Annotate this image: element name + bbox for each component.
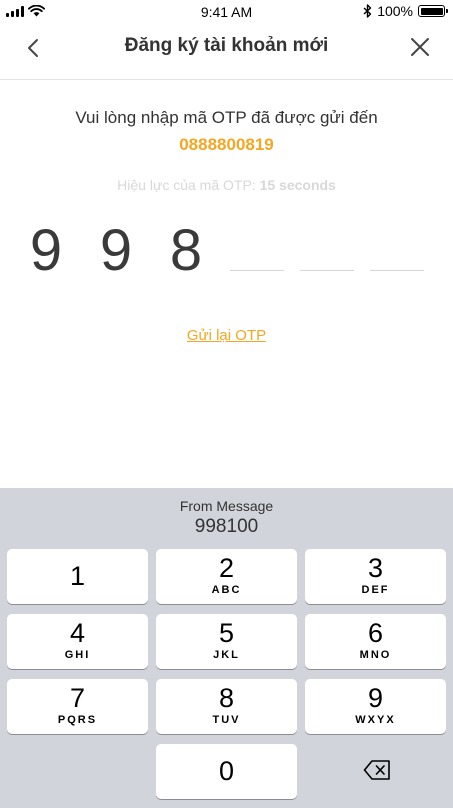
status-right: 100%	[363, 3, 448, 19]
otp-autofill-suggestion[interactable]: From Message 998100	[0, 498, 453, 538]
key-letters: TUV	[212, 714, 241, 726]
key-4[interactable]: 4 GHI	[7, 614, 148, 669]
key-3[interactable]: 3 DEF	[305, 549, 446, 604]
bluetooth-icon	[363, 4, 372, 18]
key-number: 3	[367, 553, 384, 583]
suggestion-label: From Message	[179, 498, 274, 514]
key-number: 4	[69, 618, 86, 648]
otp-empty-slot[interactable]	[300, 270, 354, 271]
key-letters: JKL	[213, 649, 240, 661]
otp-digit[interactable]: 9	[89, 218, 143, 284]
key-letters: WXYX	[355, 714, 396, 726]
key-9[interactable]: 9 WXYX	[305, 679, 446, 734]
otp-input[interactable]: 9 9 8	[0, 212, 453, 284]
resend-otp: Gửi lại OTP	[0, 327, 453, 345]
key-0[interactable]: 0	[156, 744, 297, 799]
backspace-icon	[363, 760, 390, 780]
otp-empty-slot[interactable]	[230, 270, 284, 271]
key-number: 7	[69, 683, 86, 713]
resend-otp-link[interactable]: Gửi lại OTP	[187, 327, 266, 344]
page-title: Đăng ký tài khoản mới	[124, 35, 329, 56]
backspace-key[interactable]	[305, 744, 446, 799]
key-number: 9	[367, 683, 384, 713]
key-5[interactable]: 5 JKL	[156, 614, 297, 669]
otp-validity: Hiệu lực của mã OTP: 15 seconds	[0, 177, 453, 193]
otp-digit[interactable]: 8	[159, 218, 213, 284]
validity-value: 15 seconds	[259, 177, 336, 193]
key-letters: DEF	[361, 584, 390, 596]
key-2[interactable]: 2 ABC	[156, 549, 297, 604]
key-number: 6	[367, 618, 384, 648]
key-8[interactable]: 8 TUV	[156, 679, 297, 734]
key-number: 8	[218, 683, 235, 713]
otp-instruction: Vui lòng nhập mã OTP đã được gửi đến	[75, 108, 378, 127]
suggestion-code: 998100	[194, 516, 259, 537]
key-letters: ABC	[211, 584, 242, 596]
battery-percent: 100%	[377, 3, 413, 19]
key-6[interactable]: 6 MNO	[305, 614, 446, 669]
key-number: 5	[218, 618, 235, 648]
otp-empty-slot[interactable]	[370, 270, 424, 271]
key-1[interactable]: 1	[7, 549, 148, 604]
status-bar: 9:41 AM 100%	[0, 0, 453, 24]
otp-digit[interactable]: 9	[19, 218, 73, 284]
key-letters: PQRS	[57, 714, 98, 726]
key-letters: MNO	[359, 649, 392, 661]
chevron-left-icon[interactable]	[22, 36, 46, 60]
close-icon[interactable]	[409, 36, 431, 58]
nav-header: Đăng ký tài khoản mới	[0, 24, 453, 80]
validity-label: Hiệu lực của mã OTP:	[117, 177, 256, 193]
phone-number: 0888800819	[179, 135, 274, 154]
battery-icon	[418, 5, 448, 17]
numeric-keypad: From Message 998100 1 2 ABC 3 DEF 4 GHI …	[0, 488, 453, 808]
key-letters: GHI	[64, 649, 91, 661]
key-number: 1	[69, 561, 86, 591]
key-number: 2	[218, 553, 235, 583]
key-7[interactable]: 7 PQRS	[7, 679, 148, 734]
key-number: 0	[218, 756, 235, 786]
